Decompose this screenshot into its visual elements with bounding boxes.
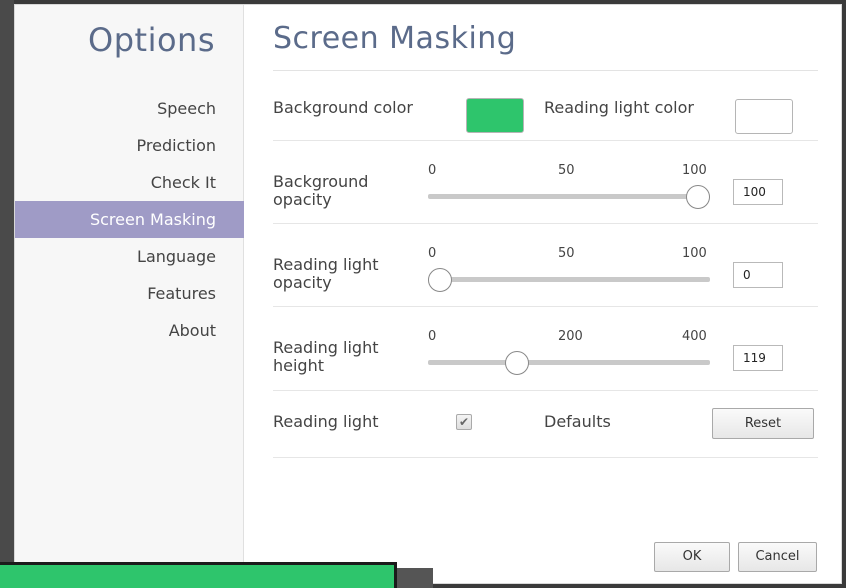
reading-light-height-row: Reading light height 0 200 400 119	[273, 307, 818, 391]
slider-track	[428, 277, 710, 282]
reset-button[interactable]: Reset	[712, 408, 814, 439]
slider-tick-min: 0	[428, 246, 437, 261]
sidebar-item-speech[interactable]: Speech	[15, 90, 244, 127]
sidebar-item-prediction[interactable]: Prediction	[15, 127, 244, 164]
background-opacity-label: Background opacity	[273, 173, 368, 209]
background-color-label: Background color	[273, 98, 413, 117]
reading-light-checkbox[interactable]: ✔	[456, 414, 472, 430]
slider-tick-mid: 50	[558, 163, 575, 178]
background-opacity-label-line1: Background	[273, 172, 369, 191]
reading-light-opacity-label-line1: Reading light	[273, 255, 379, 274]
slider-thumb[interactable]	[686, 185, 710, 209]
reading-light-opacity-label-line2: opacity	[273, 273, 332, 292]
backdrop	[0, 0, 14, 588]
overlay-shadow	[397, 568, 433, 588]
sidebar-item-check-it[interactable]: Check It	[15, 164, 244, 201]
sidebar-nav: Speech Prediction Check It Screen Maskin…	[15, 90, 244, 349]
sidebar-item-features[interactable]: Features	[15, 275, 244, 312]
sidebar-item-language[interactable]: Language	[15, 238, 244, 275]
reading-light-label: Reading light	[273, 412, 379, 431]
sidebar-item-screen-masking[interactable]: Screen Masking	[15, 201, 244, 238]
reading-light-height-input[interactable]: 119	[733, 345, 783, 371]
slider-tick-mid: 50	[558, 246, 575, 261]
reading-light-height-label: Reading light height	[273, 339, 379, 375]
slider-tick-max: 100	[682, 163, 707, 178]
background-opacity-row: Background opacity 0 50 100 100	[273, 141, 818, 224]
main-panel: Screen Masking Background color Reading …	[273, 5, 818, 583]
slider-tick-max: 400	[682, 329, 707, 344]
reading-light-opacity-input[interactable]: 0	[733, 262, 783, 288]
reading-light-opacity-slider[interactable]: 0 50 100	[428, 246, 710, 296]
background-opacity-slider[interactable]: 0 50 100	[428, 163, 710, 213]
background-opacity-label-line2: opacity	[273, 190, 332, 209]
reading-light-defaults-row: Reading light ✔ Defaults Reset	[273, 391, 818, 458]
slider-tick-min: 0	[428, 163, 437, 178]
slider-tick-mid: 200	[558, 329, 583, 344]
sidebar-item-about[interactable]: About	[15, 312, 244, 349]
slider-track	[428, 360, 710, 365]
screen-mask-overlay	[0, 562, 397, 588]
slider-track	[428, 194, 710, 199]
page-title: Screen Masking	[273, 21, 517, 56]
reading-light-opacity-label: Reading light opacity	[273, 256, 379, 292]
ok-button[interactable]: OK	[654, 542, 730, 572]
reading-light-color-label: Reading light color	[544, 98, 694, 117]
reading-light-opacity-row: Reading light opacity 0 50 100 0	[273, 224, 818, 307]
color-row: Background color Reading light color	[273, 71, 818, 141]
slider-thumb[interactable]	[504, 351, 529, 375]
defaults-label: Defaults	[544, 412, 611, 431]
background-color-swatch[interactable]	[466, 98, 524, 133]
reading-light-height-label-line2: height	[273, 356, 324, 375]
options-dialog: Options Speech Prediction Check It Scree…	[14, 4, 842, 584]
cancel-button[interactable]: Cancel	[738, 542, 817, 572]
sidebar-title: Options	[88, 21, 215, 59]
background-opacity-input[interactable]: 100	[733, 179, 783, 205]
reading-light-height-label-line1: Reading light	[273, 338, 379, 357]
slider-tick-min: 0	[428, 329, 437, 344]
sidebar: Options Speech Prediction Check It Scree…	[15, 5, 244, 583]
reading-light-height-slider[interactable]: 0 200 400	[428, 329, 710, 379]
slider-thumb[interactable]	[428, 268, 452, 292]
slider-tick-max: 100	[682, 246, 707, 261]
reading-light-color-swatch[interactable]	[735, 99, 793, 134]
